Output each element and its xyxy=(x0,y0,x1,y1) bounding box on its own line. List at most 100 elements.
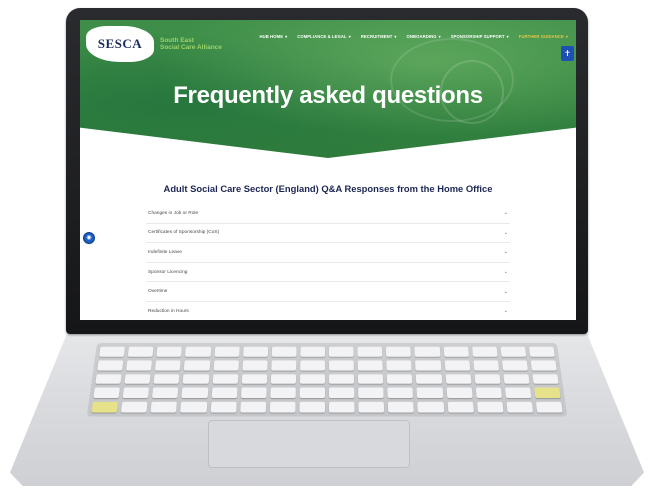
chevron-down-icon: ⌄ xyxy=(503,308,508,315)
accordion-item-sponsor-licencing[interactable]: Sponsor Licencing ⌄ xyxy=(146,263,510,283)
keyboard-key xyxy=(474,373,501,385)
accordion-item-label: Certificates of Sponsorship (CoS) xyxy=(148,230,220,236)
keyboard-key xyxy=(504,387,532,399)
keyboard-key xyxy=(97,360,124,371)
keyboard-key xyxy=(445,373,472,385)
chevron-down-icon: ⌄ xyxy=(503,249,508,256)
keyboard-key xyxy=(476,402,504,413)
page-title: Frequently asked questions xyxy=(173,82,483,109)
faq-heading: Adult Social Care Sector (England) Q&A R… xyxy=(163,183,493,194)
keyboard-key xyxy=(386,346,412,357)
keyboard-key xyxy=(126,360,153,371)
keyboard-key xyxy=(93,387,121,399)
keyboard-key xyxy=(471,346,498,357)
nav-item-label: RECRUITMENT xyxy=(360,34,393,39)
nav-item-further-guidance[interactable]: FURTHER GUIDANCE ▾ xyxy=(519,34,568,39)
nav-item-onboarding[interactable]: ONBOARDING ▾ xyxy=(407,34,441,39)
keyboard-key xyxy=(328,373,355,385)
keyboard-key xyxy=(270,387,296,399)
keyboard-key xyxy=(329,402,355,413)
keyboard-key xyxy=(242,360,268,371)
keyboard-key xyxy=(358,387,384,399)
accordion-item-overtime[interactable]: Overtime ⌄ xyxy=(146,282,510,302)
org-name: South East Social Care Alliance xyxy=(160,37,222,51)
accordion-item-indefinite-leave[interactable]: Indefinite Leave ⌄ xyxy=(146,243,510,263)
nav-item-hub-home[interactable]: HUB HOME ▾ xyxy=(260,34,288,39)
accordion-item-label: Overtime xyxy=(148,289,168,295)
keyboard-key xyxy=(182,373,209,385)
keyboard-key xyxy=(122,387,150,399)
keyboard-key xyxy=(416,387,443,399)
keyboard-key xyxy=(358,373,384,385)
accordion-item-reduction-in-hours[interactable]: Reduction in Hours ⌄ xyxy=(146,302,510,320)
keyboard-key xyxy=(535,402,563,413)
region-map-logo: SESCA xyxy=(86,26,154,62)
chevron-down-icon: ▾ xyxy=(394,34,397,39)
org-name-line1: South East xyxy=(160,37,194,44)
keyboard-key xyxy=(300,360,326,371)
main-nav: HUB HOME ▾ COMPLIANCE & LEGAL ▾ RECRUITMEN… xyxy=(260,34,569,39)
keyboard-key xyxy=(328,360,354,371)
accordion-item-certificates-of-sponsorship[interactable]: Certificates of Sponsorship (CoS) ⌄ xyxy=(146,224,510,244)
nav-item-label: FURTHER GUIDANCE xyxy=(518,34,564,39)
accordion-item-changes-in-job[interactable]: Changes in Job or Role ⌄ xyxy=(146,204,510,224)
chat-icon[interactable]: ◉ xyxy=(83,232,95,244)
keyboard-key xyxy=(299,402,325,413)
keyboard-key xyxy=(532,373,559,385)
keyboard xyxy=(86,343,568,417)
keyboard-key xyxy=(299,387,325,399)
keyboard-key xyxy=(214,346,240,357)
keyboard-key xyxy=(210,402,237,413)
chevron-down-icon: ▾ xyxy=(348,34,351,39)
accordion-item-label: Reduction in Hours xyxy=(148,308,189,314)
chevron-down-icon: ▾ xyxy=(565,34,568,39)
keyboard-key xyxy=(213,360,239,371)
nav-item-sponsorship-support[interactable]: SPONSORSHIP SUPPORT ▾ xyxy=(451,34,509,39)
nav-item-label: HUB HOME xyxy=(259,34,284,39)
keyboard-key xyxy=(446,387,473,399)
keyboard-key xyxy=(503,373,530,385)
keyboard-key xyxy=(417,402,444,413)
keyboard-key xyxy=(329,387,355,399)
keyboard-key xyxy=(472,360,499,371)
keyboard-key xyxy=(181,387,208,399)
keyboard-key xyxy=(240,387,267,399)
keyboard-key xyxy=(443,346,469,357)
keyboard-key xyxy=(124,373,151,385)
chevron-down-icon: ⌄ xyxy=(503,210,508,217)
chevron-down-icon: ▾ xyxy=(438,34,441,39)
nav-item-label: SPONSORSHIP SUPPORT xyxy=(450,34,505,39)
keyboard-key xyxy=(270,373,296,385)
keyboard-key xyxy=(152,387,179,399)
keyboard-key xyxy=(357,346,383,357)
chevron-down-icon: ⌄ xyxy=(503,288,508,295)
accordion-item-label: Sponsor Licencing xyxy=(148,269,188,275)
keyboard-key xyxy=(475,387,502,399)
site-logo[interactable]: SESCA South East Social Care Alliance xyxy=(86,24,234,64)
touchpad xyxy=(208,420,410,468)
keyboard-key xyxy=(506,402,533,413)
nav-item-label: ONBOARDING xyxy=(406,34,437,39)
keyboard-key xyxy=(415,360,441,371)
keyboard-key xyxy=(241,373,267,385)
keyboard-key xyxy=(299,373,326,385)
keyboard-key xyxy=(91,402,119,413)
org-name-line2: Social Care Alliance xyxy=(160,44,222,51)
browser-viewport: SESCA South East Social Care Alliance HU… xyxy=(80,20,576,320)
nav-item-label: COMPLIANCE & LEGAL xyxy=(297,34,347,39)
chevron-down-icon: ▾ xyxy=(285,34,288,39)
keyboard-key xyxy=(180,402,207,413)
keyboard-key xyxy=(156,346,183,357)
keyboard-key xyxy=(269,402,296,413)
chevron-down-icon: ▾ xyxy=(506,34,509,39)
keyboard-key xyxy=(357,360,383,371)
accessibility-icon[interactable]: ✝ xyxy=(561,46,574,61)
accordion-item-label: Indefinite Leave xyxy=(148,249,182,255)
nav-item-compliance-legal[interactable]: COMPLIANCE & LEGAL ▾ xyxy=(297,34,351,39)
nav-item-recruitment[interactable]: RECRUITMENT ▾ xyxy=(361,34,397,39)
keyboard-key xyxy=(528,346,555,357)
keyboard-key xyxy=(271,360,297,371)
keyboard-key xyxy=(153,373,180,385)
keyboard-key xyxy=(530,360,557,371)
keyboard-key xyxy=(242,346,268,357)
